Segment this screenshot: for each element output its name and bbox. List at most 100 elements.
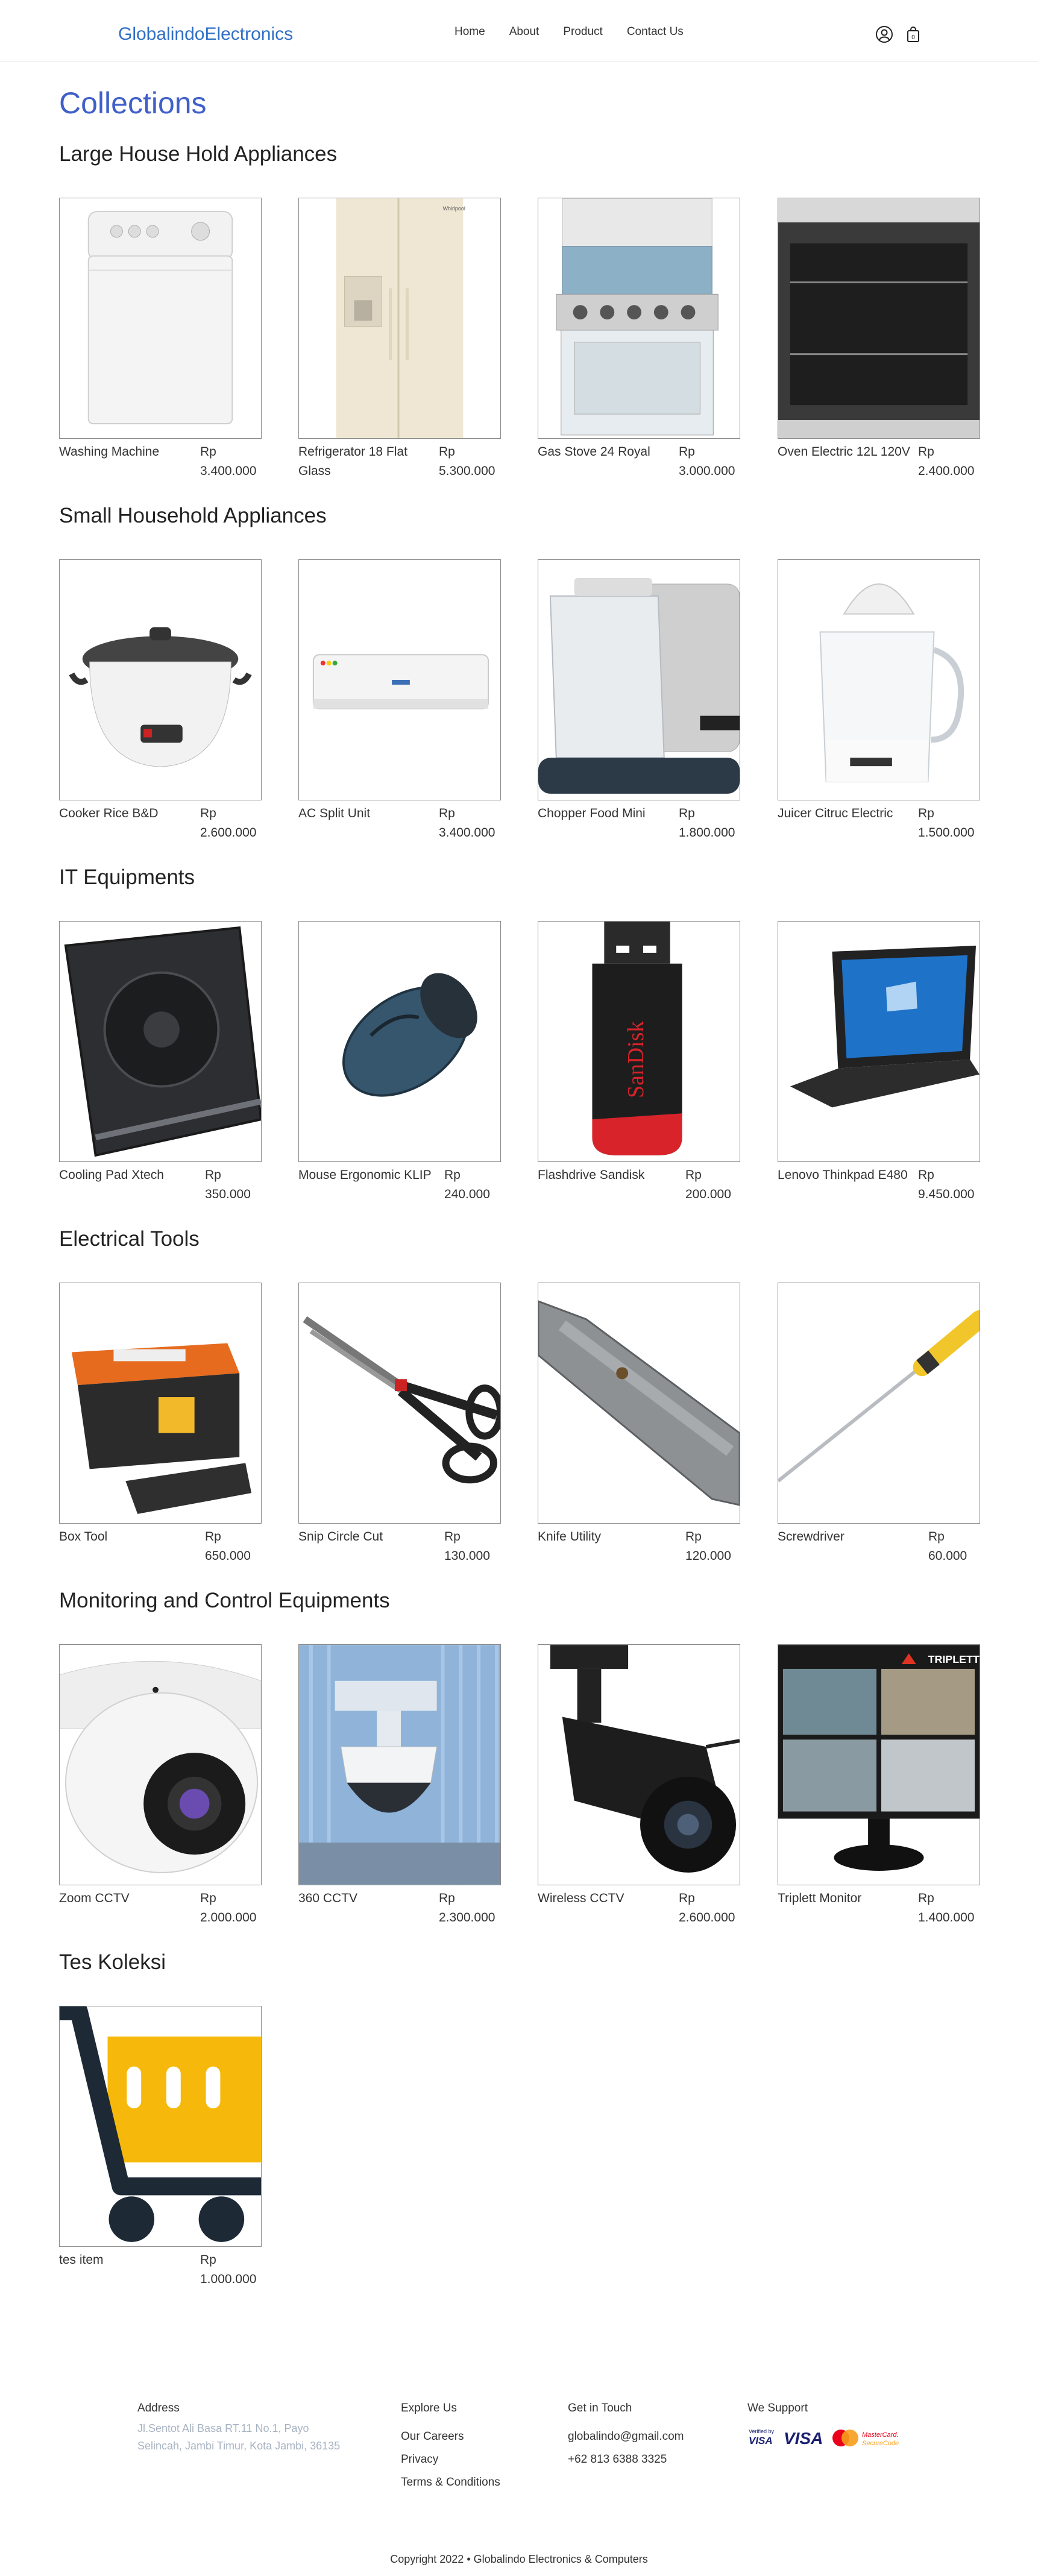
product-name[interactable]: Refrigerator 18 Flat Glass [298, 442, 437, 481]
product-name[interactable]: Gas Stove 24 Royal [538, 442, 676, 462]
product-name[interactable]: AC Split Unit [298, 804, 437, 823]
product-card-washing-machine[interactable] [59, 198, 262, 439]
product-name[interactable]: Juicer Citruc Electric [778, 804, 916, 823]
footer-link-privacy[interactable]: Privacy [401, 2453, 438, 2466]
product-card-gas-stove[interactable] [538, 198, 740, 439]
product-price: Rp 1.500.000 [918, 806, 975, 840]
footer-link-terms[interactable]: Terms & Conditions [401, 2476, 500, 2489]
verified-by-visa-icon: Verified by VISA [749, 2428, 775, 2446]
snips-image [299, 1283, 500, 1523]
product-name[interactable]: Screwdriver [778, 1527, 916, 1547]
svg-text:Whirlpool: Whirlpool [443, 206, 465, 212]
product-card-cooling-pad[interactable] [59, 921, 262, 1162]
product-name[interactable]: Wireless CCTV [538, 1889, 676, 1908]
juicer-image [778, 560, 980, 800]
product-price: Rp 130.000 [444, 1530, 490, 1563]
product-name[interactable]: Cooling Pad Xtech [59, 1166, 198, 1185]
product-price: Rp 650.000 [205, 1530, 251, 1563]
product-name[interactable]: Washing Machine [59, 442, 198, 462]
section-title: Tes Koleksi [59, 1950, 166, 1974]
product-card-mouse[interactable] [298, 921, 501, 1162]
utility-knife-image [538, 1283, 740, 1523]
footer-phone[interactable]: +62 813 6388 3325 [568, 2453, 667, 2466]
mouse-image [299, 922, 500, 1161]
product-name[interactable]: Zoom CCTV [59, 1889, 198, 1908]
product-card-snips[interactable] [298, 1283, 501, 1524]
rice-cooker-image [60, 560, 261, 800]
nav-about[interactable]: About [509, 25, 539, 39]
product-card-ac-split[interactable] [298, 559, 501, 800]
product-card-bullet-cctv[interactable] [538, 1644, 740, 1885]
footer-contact-title: Get in Touch [568, 2402, 632, 2414]
footer-support-title: We Support [747, 2402, 808, 2414]
product-card-food-chopper[interactable] [538, 559, 740, 800]
product-price: Rp 5.300.000 [439, 445, 495, 478]
section-title: Small Household Appliances [59, 504, 327, 527]
footer-link-careers[interactable]: Our Careers [401, 2430, 464, 2443]
nav-home[interactable]: Home [455, 25, 485, 39]
product-name[interactable]: Triplett Monitor [778, 1889, 916, 1908]
footer-email[interactable]: globalindo@gmail.com [568, 2430, 684, 2443]
nav-contact-us[interactable]: Contact Us [627, 25, 684, 39]
product-card-laptop[interactable] [778, 921, 980, 1162]
monitor-image: TRIPLETT [778, 1645, 980, 1885]
product-card-screwdriver[interactable] [778, 1283, 980, 1524]
product-price: Rp 1.800.000 [679, 806, 735, 840]
product-card-monitor[interactable]: TRIPLETT [778, 1644, 980, 1885]
product-price: Rp 2.000.000 [200, 1891, 257, 1924]
product-card-ptz-cctv[interactable] [298, 1644, 501, 1885]
footer-address: Jl.Sentot Ali Basa RT.11 No.1, Payo Seli… [137, 2422, 341, 2452]
washing-machine-image [60, 198, 261, 438]
product-price: Rp 60.000 [928, 1530, 967, 1563]
refrigerator-image: Whirlpool [299, 198, 500, 438]
ac-split-image [299, 560, 500, 800]
user-icon[interactable] [875, 25, 893, 43]
product-name[interactable]: Mouse Ergonomic KLIP [298, 1166, 437, 1185]
product-name[interactable]: Knife Utility [538, 1527, 676, 1547]
product-card-oven[interactable] [778, 198, 980, 439]
cooling-pad-image [60, 922, 261, 1161]
nav-product[interactable]: Product [563, 25, 602, 39]
product-card-utility-knife[interactable] [538, 1283, 740, 1524]
product-name[interactable]: Flashdrive Sandisk [538, 1166, 676, 1185]
laptop-image [778, 922, 980, 1161]
product-card-dome-cctv[interactable] [59, 1644, 262, 1885]
product-name[interactable]: tes item [59, 2251, 198, 2270]
product-card-tool-box[interactable] [59, 1283, 262, 1524]
svg-text:Verified by: Verified by [749, 2428, 775, 2434]
product-name[interactable]: 360 CCTV [298, 1889, 437, 1908]
cart-image [60, 2006, 261, 2246]
product-price: Rp 3.400.000 [200, 445, 257, 478]
dome-cctv-image [60, 1645, 261, 1885]
svg-text:TRIPLETT: TRIPLETT [928, 1653, 980, 1665]
product-card-tes-item[interactable] [59, 2006, 262, 2247]
product-card-flashdrive[interactable]: SanDisk [538, 921, 740, 1162]
product-name[interactable]: Cooker Rice B&D [59, 804, 198, 823]
svg-text:VISA: VISA [784, 2429, 823, 2448]
section-title: Large House Hold Appliances [59, 142, 338, 166]
section-title: Electrical Tools [59, 1227, 200, 1251]
product-name[interactable]: Lenovo Thinkpad E480 [778, 1166, 916, 1185]
product-card-refrigerator[interactable]: Whirlpool [298, 198, 501, 439]
product-name[interactable]: Chopper Food Mini [538, 804, 676, 823]
product-price: Rp 240.000 [444, 1168, 490, 1201]
product-price: Rp 2.600.000 [679, 1891, 735, 1924]
product-card-rice-cooker[interactable] [59, 559, 262, 800]
shopping-bag-icon[interactable]: 0 [904, 25, 922, 43]
product-card-juicer[interactable] [778, 559, 980, 800]
svg-text:0: 0 [911, 34, 915, 41]
product-name[interactable]: Oven Electric 12L 120V [778, 442, 916, 462]
product-name[interactable]: Snip Circle Cut [298, 1527, 437, 1547]
brand-logo[interactable]: GlobalindoElectronics [118, 24, 293, 45]
flashdrive-image: SanDisk [538, 922, 740, 1161]
product-name[interactable]: Box Tool [59, 1527, 198, 1547]
bullet-cctv-image [538, 1645, 740, 1885]
product-price: Rp 3.400.000 [439, 806, 495, 840]
svg-text:MasterCard.: MasterCard. [862, 2431, 899, 2439]
main-nav: Home About Product Contact Us [455, 25, 708, 39]
oven-image [778, 198, 980, 438]
product-price: Rp 350.000 [205, 1168, 251, 1201]
screwdriver-image [778, 1283, 980, 1523]
payment-logos: Verified by VISA VISA MasterCard. Secure… [749, 2428, 899, 2448]
section-title: IT Equipments [59, 865, 195, 889]
